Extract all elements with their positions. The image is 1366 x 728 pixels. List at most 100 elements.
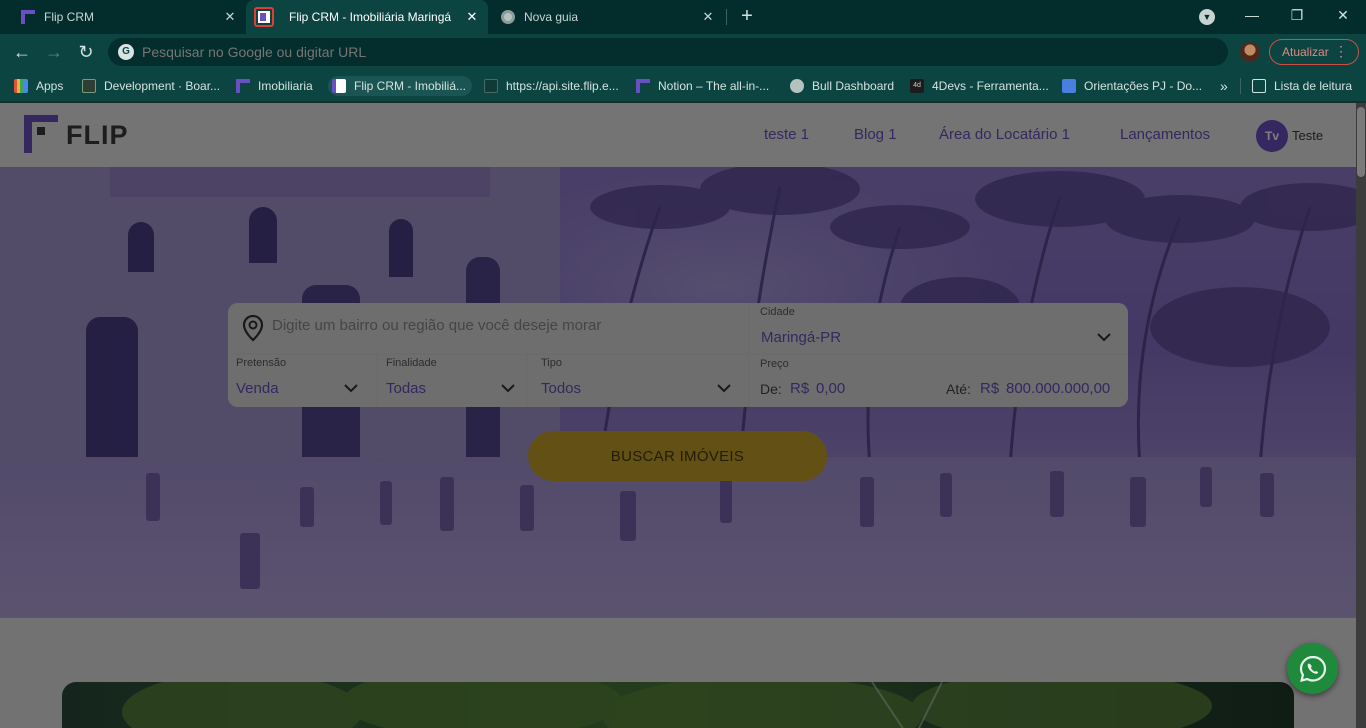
close-tab-icon[interactable]: ✕ bbox=[464, 9, 480, 25]
bookmark-label: Orientações PJ - Do... bbox=[1084, 79, 1203, 93]
finalidade-label: Finalidade bbox=[386, 357, 437, 369]
nav-link-blog[interactable]: Blog 1 bbox=[854, 126, 897, 143]
docs-icon bbox=[1062, 79, 1076, 93]
trees-photo bbox=[122, 682, 1212, 728]
bookmark-orientacoes-pj[interactable]: Orientações PJ - Do... bbox=[1062, 76, 1202, 96]
update-browser-button[interactable]: Atualizar ⋮ bbox=[1269, 39, 1359, 65]
price-from-value[interactable]: 0,00 bbox=[816, 380, 845, 397]
bookmark-apps[interactable]: Apps bbox=[14, 76, 63, 96]
more-bookmarks-icon[interactable]: » bbox=[1220, 76, 1228, 96]
bookmark-flip-crm[interactable]: Flip CRM - Imobiliá... bbox=[328, 76, 473, 96]
4devs-icon: 4d bbox=[910, 79, 924, 93]
bookmark-4devs[interactable]: 4d 4Devs - Ferramenta... bbox=[910, 76, 1049, 96]
flip-favicon-icon bbox=[332, 79, 346, 93]
minimize-icon[interactable]: — bbox=[1229, 0, 1275, 30]
tipo-select[interactable]: Tipo Todos bbox=[528, 355, 748, 407]
reading-list-icon bbox=[1252, 79, 1266, 93]
address-bar[interactable]: G bbox=[108, 38, 1228, 66]
close-tab-icon[interactable]: ✕ bbox=[700, 9, 716, 25]
google-icon: G bbox=[118, 44, 134, 60]
hero-banner: Cidade Maringá-PR Pretensão Venda Finali… bbox=[0, 167, 1356, 618]
pretensao-label: Pretensão bbox=[236, 357, 287, 369]
browser-tab-strip: Flip CRM ✕ Flip CRM - Imobiliária Maring… bbox=[0, 0, 1366, 34]
user-avatar[interactable]: Tv bbox=[1256, 120, 1288, 152]
tab-title: Flip CRM - Imobiliária Maringá bbox=[289, 10, 452, 24]
page-icon bbox=[484, 79, 498, 93]
scrollbar-thumb[interactable] bbox=[1357, 107, 1365, 177]
buscar-imoveis-button[interactable]: BUSCAR IMÓVEIS bbox=[528, 431, 827, 481]
bookmark-label: https://api.site.flip.e... bbox=[506, 79, 619, 93]
price-to-currency: R$ bbox=[980, 380, 1000, 397]
browser-toolbar: ← → ↻ G Atualizar ⋮ bbox=[0, 34, 1366, 70]
tab-search-chevron-icon[interactable]: ▼ bbox=[1199, 9, 1215, 25]
nav-link-area-locatario[interactable]: Área do Locatário 1 bbox=[939, 126, 1070, 143]
globe-icon bbox=[790, 79, 804, 93]
tab-flip-crm[interactable]: Flip CRM ✕ bbox=[0, 0, 246, 34]
close-tab-icon[interactable]: ✕ bbox=[222, 9, 238, 25]
whatsapp-icon bbox=[1299, 655, 1326, 682]
forward-arrow-icon[interactable]: → bbox=[42, 40, 66, 64]
whatsapp-button[interactable] bbox=[1287, 643, 1338, 694]
tab-title: Nova guia bbox=[524, 10, 579, 24]
update-label: Atualizar bbox=[1282, 45, 1329, 59]
bookmark-development-board[interactable]: Development · Boar... bbox=[82, 76, 220, 96]
tipo-value: Todos bbox=[541, 380, 582, 397]
price-to-label: Até: bbox=[946, 381, 971, 397]
apps-grid-icon bbox=[14, 79, 28, 93]
finalidade-select[interactable]: Finalidade Todas bbox=[378, 355, 526, 407]
nav-link-teste[interactable]: teste 1 bbox=[764, 126, 809, 143]
chevron-down-icon bbox=[1097, 333, 1111, 342]
flip-logo[interactable]: FLIP bbox=[24, 115, 134, 155]
bookmark-label: Flip CRM - Imobiliá... bbox=[354, 79, 467, 93]
preco-range[interactable]: Preço De: R$ 0,00 Até: R$ 800.000.000,00 bbox=[750, 355, 1128, 407]
tab-separator bbox=[726, 9, 727, 25]
chrome-favicon-icon bbox=[500, 9, 516, 25]
flip-favicon-icon bbox=[636, 79, 650, 93]
close-window-icon[interactable]: ✕ bbox=[1320, 0, 1366, 30]
flip-favicon-icon bbox=[236, 79, 250, 93]
pretensao-select[interactable]: Pretensão Venda bbox=[228, 355, 376, 407]
bookmark-label: Apps bbox=[36, 79, 64, 93]
page-scrollbar[interactable] bbox=[1356, 103, 1366, 728]
flip-logo-icon bbox=[24, 115, 58, 153]
bookmark-label: 4Devs - Ferramenta... bbox=[932, 79, 1049, 93]
finalidade-value: Todas bbox=[386, 380, 427, 397]
tab-flip-crm-imobiliaria[interactable]: Flip CRM - Imobiliária Maringá ✕ bbox=[246, 0, 488, 34]
bookmark-notion[interactable]: Notion – The all-in-... bbox=[636, 76, 769, 96]
price-from-label: De: bbox=[760, 381, 782, 397]
cidade-value: Maringá-PR bbox=[761, 329, 842, 346]
bookmark-label: Imobiliaria bbox=[258, 79, 313, 93]
profile-avatar[interactable] bbox=[1240, 42, 1260, 62]
nav-link-lancamentos[interactable]: Lançamentos bbox=[1120, 126, 1210, 143]
new-tab-plus-icon[interactable]: + bbox=[736, 6, 758, 28]
kebab-menu-icon[interactable]: ⋮ bbox=[1334, 44, 1348, 58]
location-input[interactable] bbox=[272, 317, 732, 334]
pretensao-value: Venda bbox=[236, 380, 279, 397]
logo-text: FLIP bbox=[66, 120, 129, 150]
page-viewport: FLIP teste 1 Blog 1 Área do Locatário 1 … bbox=[0, 103, 1356, 728]
back-arrow-icon[interactable]: ← bbox=[10, 40, 34, 64]
location-field[interactable] bbox=[228, 303, 748, 353]
reading-list-label: Lista de leitura bbox=[1274, 79, 1353, 93]
user-name[interactable]: Teste bbox=[1292, 128, 1323, 143]
chevron-down-icon bbox=[344, 384, 358, 393]
cidade-select[interactable]: Cidade Maringá-PR bbox=[750, 303, 1128, 353]
reading-list[interactable]: Lista de leitura bbox=[1252, 76, 1352, 96]
reload-icon[interactable]: ↻ bbox=[74, 40, 98, 64]
preco-label: Preço bbox=[760, 358, 789, 370]
price-to-value[interactable]: 800.000.000,00 bbox=[1006, 380, 1110, 397]
property-photo-card[interactable] bbox=[62, 682, 1294, 728]
bookmark-label: Bull Dashboard bbox=[812, 79, 895, 93]
site-header: FLIP teste 1 Blog 1 Área do Locatário 1 … bbox=[0, 103, 1356, 167]
cidade-label: Cidade bbox=[760, 306, 795, 318]
bookmark-bull-dashboard[interactable]: Bull Dashboard bbox=[790, 76, 894, 96]
address-input[interactable] bbox=[142, 44, 1142, 60]
bookmark-separator bbox=[1240, 78, 1241, 94]
restore-icon[interactable]: ❐ bbox=[1274, 0, 1320, 30]
bookmark-imobiliaria[interactable]: Imobiliaria bbox=[236, 76, 313, 96]
map-pin-icon bbox=[242, 314, 264, 342]
board-icon bbox=[82, 79, 96, 93]
tab-nova-guia[interactable]: Nova guia ✕ bbox=[490, 0, 724, 34]
bookmark-label: Development · Boar... bbox=[104, 79, 221, 93]
bookmark-api-site[interactable]: https://api.site.flip.e... bbox=[484, 76, 619, 96]
